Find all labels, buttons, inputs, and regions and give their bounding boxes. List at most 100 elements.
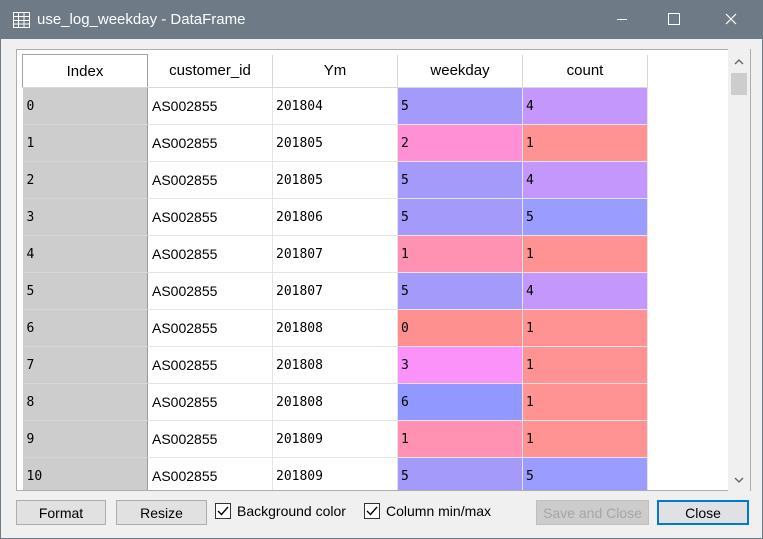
column-header-ym[interactable]: Ym — [272, 54, 398, 88]
background-color-checkbox[interactable]: Background color — [215, 503, 346, 519]
cell-index[interactable]: 3 — [22, 198, 148, 236]
resize-button[interactable]: Resize — [116, 500, 207, 525]
cell-count[interactable]: 5 — [522, 457, 648, 490]
scroll-down-button[interactable] — [728, 469, 750, 487]
cell-weekday[interactable]: 1 — [397, 235, 523, 273]
cell-ym[interactable]: 201808 — [272, 346, 398, 384]
cell-weekday[interactable]: 3 — [397, 346, 523, 384]
format-button[interactable]: Format — [16, 500, 106, 525]
cell-ym[interactable]: 201804 — [272, 87, 398, 125]
background-color-label: Background color — [237, 503, 346, 519]
cell-ym[interactable]: 201809 — [272, 420, 398, 458]
cell-index[interactable]: 9 — [22, 420, 148, 458]
window-title: use_log_weekday - DataFrame — [37, 11, 246, 28]
save-and-close-button[interactable]: Save and Close — [536, 500, 649, 525]
scroll-thumb[interactable] — [731, 73, 747, 95]
cell-index[interactable]: 0 — [22, 87, 148, 125]
column-minmax-checkbox[interactable]: Column min/max — [364, 503, 491, 519]
cell-customer-id[interactable]: AS002855 — [147, 346, 273, 384]
cell-index[interactable]: 2 — [22, 161, 148, 199]
close-window-button[interactable] — [708, 1, 754, 39]
cell-customer-id[interactable]: AS002855 — [147, 235, 273, 273]
cell-count[interactable]: 4 — [522, 161, 648, 199]
cell-count[interactable]: 1 — [522, 346, 648, 384]
table-row: 9 AS002855 201809 1 1 — [22, 420, 648, 458]
cell-customer-id[interactable]: AS002855 — [147, 309, 273, 347]
cell-ym[interactable]: 201807 — [272, 235, 398, 273]
cell-index[interactable]: 7 — [22, 346, 148, 384]
cell-ym[interactable]: 201805 — [272, 124, 398, 162]
cell-weekday[interactable]: 5 — [397, 87, 523, 125]
close-button[interactable]: Close — [657, 500, 749, 525]
cell-weekday[interactable]: 2 — [397, 124, 523, 162]
cell-count[interactable]: 1 — [522, 309, 648, 347]
cell-weekday[interactable]: 5 — [397, 457, 523, 490]
header-row: Index customer_id Ym weekday count — [22, 54, 648, 88]
vertical-scrollbar[interactable] — [728, 49, 750, 491]
cell-customer-id[interactable]: AS002855 — [147, 124, 273, 162]
cell-weekday[interactable]: 5 — [397, 272, 523, 310]
column-header-count[interactable]: count — [522, 54, 648, 88]
dataframe-window: use_log_weekday - DataFrame Index custom… — [0, 0, 763, 539]
cell-customer-id[interactable]: AS002855 — [147, 457, 273, 490]
maximize-button[interactable] — [651, 1, 697, 39]
cell-weekday[interactable]: 1 — [397, 420, 523, 458]
cell-count[interactable]: 5 — [522, 198, 648, 236]
column-minmax-label: Column min/max — [386, 503, 492, 519]
cell-index[interactable]: 1 — [22, 124, 148, 162]
table-row: 5 AS002855 201807 5 4 — [22, 272, 648, 310]
cell-count[interactable]: 4 — [522, 272, 648, 310]
cell-customer-id[interactable]: AS002855 — [147, 161, 273, 199]
cell-weekday[interactable]: 0 — [397, 309, 523, 347]
checkmark-icon — [366, 506, 378, 516]
table-row: 0 AS002855 201804 5 4 — [22, 87, 648, 125]
column-header-customer-id[interactable]: customer_id — [147, 54, 273, 88]
table-row: 3 AS002855 201806 5 5 — [22, 198, 648, 236]
cell-index[interactable]: 10 — [22, 457, 148, 490]
cell-count[interactable]: 1 — [522, 235, 648, 273]
background-color-checkbox-box[interactable] — [215, 503, 231, 519]
cell-customer-id[interactable]: AS002855 — [147, 383, 273, 421]
table-row: 7 AS002855 201808 3 1 — [22, 346, 648, 384]
cell-index[interactable]: 6 — [22, 309, 148, 347]
table-row: 6 AS002855 201808 0 1 — [22, 309, 648, 347]
cell-count[interactable]: 1 — [522, 420, 648, 458]
table-row: 4 AS002855 201807 1 1 — [22, 235, 648, 273]
cell-ym[interactable]: 201805 — [272, 161, 398, 199]
cell-ym[interactable]: 201808 — [272, 309, 398, 347]
cell-count[interactable]: 1 — [522, 124, 648, 162]
cell-weekday[interactable]: 6 — [397, 383, 523, 421]
table-row: 1 AS002855 201805 2 1 — [22, 124, 648, 162]
table-row: 8 AS002855 201808 6 1 — [22, 383, 648, 421]
cell-index[interactable]: 8 — [22, 383, 148, 421]
column-header-weekday[interactable]: weekday — [397, 54, 523, 88]
scroll-up-button[interactable] — [728, 51, 750, 69]
cell-ym[interactable]: 201808 — [272, 383, 398, 421]
cell-customer-id[interactable]: AS002855 — [147, 87, 273, 125]
cell-customer-id[interactable]: AS002855 — [147, 198, 273, 236]
cell-index[interactable]: 4 — [22, 235, 148, 273]
table-row: 10 AS002855 201809 5 5 — [22, 457, 648, 490]
minimize-icon — [616, 12, 628, 28]
cell-customer-id[interactable]: AS002855 — [147, 420, 273, 458]
cell-ym[interactable]: 201806 — [272, 198, 398, 236]
chevron-down-icon — [734, 470, 744, 486]
column-header-index[interactable]: Index — [22, 54, 148, 88]
cell-customer-id[interactable]: AS002855 — [147, 272, 273, 310]
cell-count[interactable]: 4 — [522, 87, 648, 125]
title-bar[interactable]: use_log_weekday - DataFrame — [1, 1, 762, 39]
close-icon — [725, 12, 737, 28]
minimize-button[interactable] — [599, 1, 645, 39]
cell-weekday[interactable]: 5 — [397, 161, 523, 199]
cell-weekday[interactable]: 5 — [397, 198, 523, 236]
cell-index[interactable]: 5 — [22, 272, 148, 310]
column-minmax-checkbox-box[interactable] — [364, 503, 380, 519]
dataframe-table: Index customer_id Ym weekday count 0 AS00… — [22, 54, 648, 490]
table-grid-icon — [13, 12, 30, 28]
cell-ym[interactable]: 201809 — [272, 457, 398, 490]
chevron-up-icon — [734, 52, 744, 68]
dataframe-table-view[interactable]: Index customer_id Ym weekday count 0 AS00… — [16, 49, 751, 491]
table-row: 2 AS002855 201805 5 4 — [22, 161, 648, 199]
cell-ym[interactable]: 201807 — [272, 272, 398, 310]
cell-count[interactable]: 1 — [522, 383, 648, 421]
